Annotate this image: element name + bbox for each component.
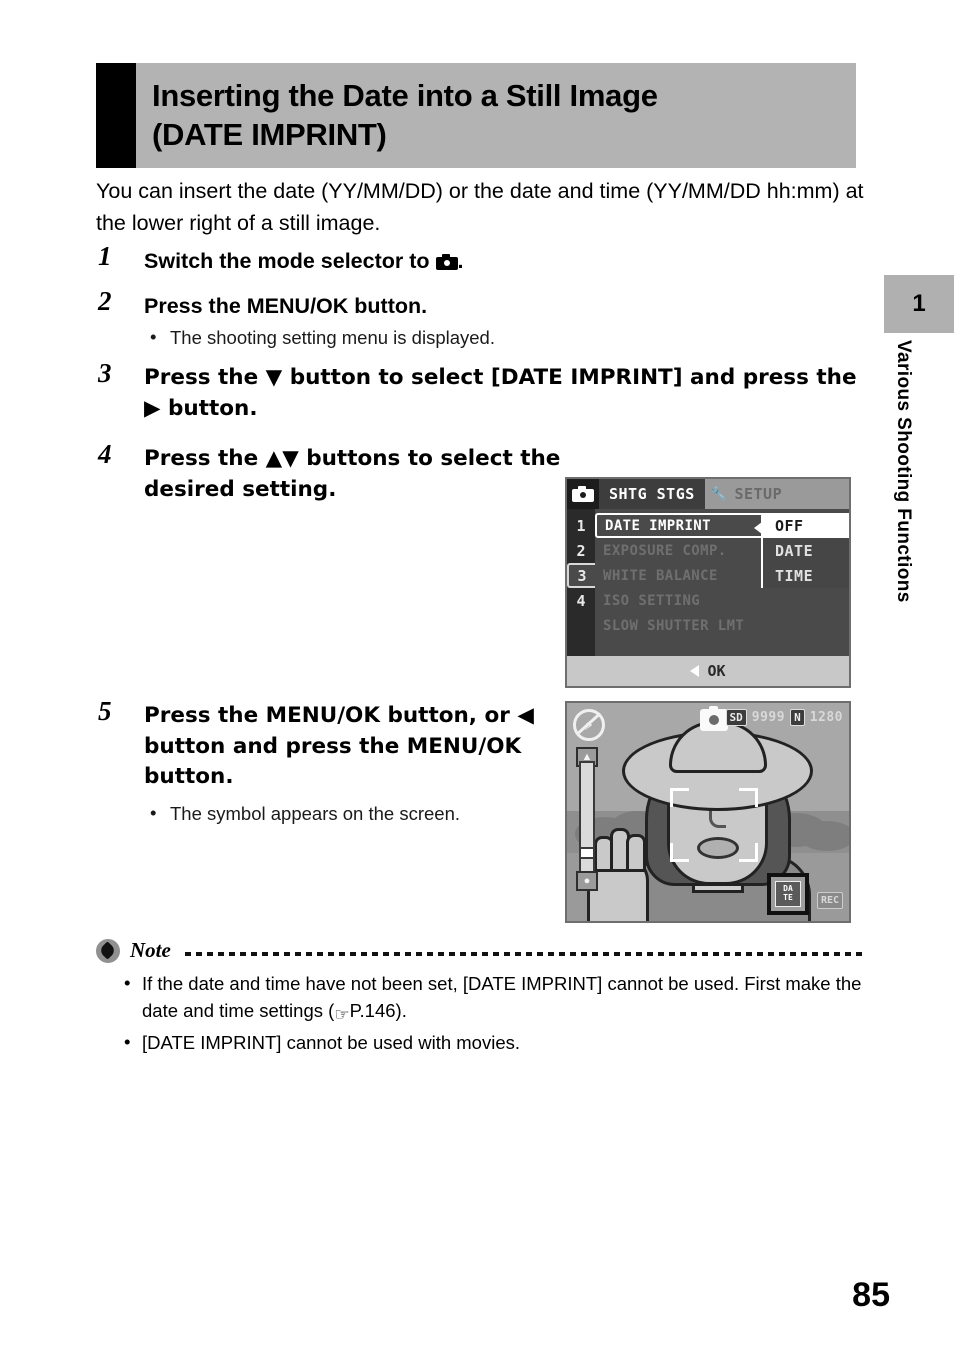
left-arrow-icon [690, 665, 700, 677]
menu-page-2[interactable]: 2 [567, 538, 595, 563]
bush-shape [799, 821, 849, 851]
step-2-bullets: The shooting setting menu is displayed. [144, 324, 866, 351]
af-frame-corner [670, 788, 689, 807]
menu-body: 1 2 3 4 DATE IMPRINT EXPOSURE COMP. WHIT… [567, 509, 849, 656]
menu-page-4[interactable]: 4 [567, 588, 595, 613]
page-title: Inserting the Date into a Still Image (D… [152, 77, 658, 153]
osd-status-row: SD 9999 N 1280 [725, 709, 844, 726]
note-item-2: [DATE IMPRINT] cannot be used with movie… [96, 1029, 864, 1057]
step-2-bullet-1: The shooting setting menu is displayed. [144, 324, 866, 351]
menu-item-iso-setting[interactable]: ISO SETTING [595, 588, 849, 613]
page-title-line2: (DATE IMPRINT) [152, 116, 387, 152]
camera-menu-screenshot: SHTG STGS 🔧 SETUP 1 2 3 4 DATE IMPRINT E… [565, 477, 851, 688]
subject-mouth [697, 837, 739, 859]
date-imprint-badge: DA TE [775, 881, 801, 907]
page-number: 85 [852, 1276, 890, 1314]
dropdown-left-arrow-icon [754, 522, 762, 534]
image-size: 1280 [809, 710, 843, 725]
date-imprint-dropdown: OFF DATE TIME [754, 513, 849, 588]
note-icon [96, 938, 120, 963]
step-5-bullets: The symbol appears on the screen. [144, 800, 584, 827]
step-1: 1 Switch the mode selector to . [96, 241, 866, 277]
menu-item-slow-shutter-lmt[interactable]: SLOW SHUTTER LMT [595, 613, 849, 638]
note-header: Note [96, 938, 864, 963]
finger-shape [626, 834, 646, 872]
note-item-1-page-ref: P.146 [349, 999, 396, 1021]
date-imprint-highlight-box: DA TE [767, 873, 809, 915]
shots-remaining: 9999 [751, 710, 786, 725]
rec-chip: REC [816, 892, 843, 909]
note-item-1-text: If the date and time have not been set, … [142, 973, 862, 1021]
camera-icon [435, 254, 458, 270]
note-label: Note [130, 938, 171, 962]
note-block: Note If the date and time have not been … [96, 938, 864, 1060]
step-2-number: 2 [98, 285, 112, 316]
step-1-text: Switch the mode selector to [144, 249, 430, 273]
menu-item-list: DATE IMPRINT EXPOSURE COMP. WHITE BALANC… [595, 509, 849, 656]
note-items: If the date and time have not been set, … [96, 970, 864, 1057]
zoom-slider[interactable] [579, 761, 595, 875]
intro-paragraph: You can insert the date (YY/MM/DD) or th… [96, 179, 864, 235]
tab-setup-label: SETUP [734, 485, 783, 503]
step-1-number: 1 [98, 241, 112, 271]
menu-ok-label: OK [707, 662, 726, 680]
zoom-slider-knob[interactable] [579, 847, 595, 859]
page-heading: Inserting the Date into a Still Image (D… [96, 63, 856, 168]
quality-icon: N [790, 709, 805, 726]
step-4-title: Press the ▲▼ buttons to select the desir… [144, 446, 561, 502]
heading-accent-block [96, 63, 136, 168]
camera-liveview-screenshot: ⚡ SD 9999 N 1280 ▲ ● DA TE REC [565, 701, 851, 923]
step-4: 4 Press the ▲▼ buttons to select the des… [96, 439, 599, 505]
step-3-number: 3 [98, 358, 112, 389]
step-1-title: Switch the mode selector to . [144, 246, 866, 277]
step-4-number: 4 [98, 439, 112, 470]
date-badge-line2: TE [783, 893, 793, 902]
step-1-text-after: . [457, 249, 464, 273]
menu-page-1[interactable]: 1 [567, 513, 595, 538]
sd-card-icon: SD [725, 709, 747, 726]
menu-ok-bar[interactable]: OK [567, 656, 849, 686]
wide-icon[interactable]: ● [576, 871, 598, 891]
note-item-1-suffix: ). [395, 999, 407, 1021]
step-2: 2 Press the MENU/OK button. The shooting… [96, 285, 866, 352]
af-frame-corner [739, 843, 758, 862]
step-2-title: Press the MENU/OK button. [144, 293, 428, 318]
chapter-tab: 1 [884, 275, 954, 333]
menu-item-date-imprint[interactable]: DATE IMPRINT [595, 513, 765, 538]
step-5: 5 Press the MENU/OK button, or ◀ button … [96, 696, 584, 827]
tab-shooting-settings[interactable]: SHTG STGS [599, 479, 705, 509]
menu-tab-bar: SHTG STGS 🔧 SETUP [567, 479, 849, 509]
af-frame-corner [739, 788, 758, 807]
step-5-bullet-1: The symbol appears on the screen. [144, 800, 584, 827]
pointing-hand-icon: ☞ [334, 1004, 350, 1025]
menu-camera-icon [567, 479, 599, 509]
note-item-1: If the date and time have not been set, … [96, 970, 864, 1027]
menu-page-3[interactable]: 3 [567, 563, 595, 588]
menu-page-numbers: 1 2 3 4 [567, 509, 595, 656]
dropdown-option-date[interactable]: DATE [763, 538, 849, 563]
tab-setup[interactable]: 🔧 SETUP [704, 479, 849, 509]
step-3: 3 Press the ▼ button to select [DATE IMP… [96, 358, 866, 424]
step-3-title: Press the ▼ button to select [DATE IMPRI… [144, 365, 857, 421]
dropdown-option-time[interactable]: TIME [763, 563, 849, 588]
chapter-label: Various Shooting Functions [893, 340, 914, 603]
camera-mode-icon [700, 706, 728, 731]
dropdown-option-off[interactable]: OFF [763, 513, 849, 538]
step-5-number: 5 [98, 696, 112, 727]
page-title-line1: Inserting the Date into a Still Image [152, 78, 658, 114]
af-frame-corner [670, 843, 689, 862]
note-divider [184, 951, 864, 956]
flash-off-icon: ⚡ [573, 709, 605, 741]
heading-bar: Inserting the Date into a Still Image (D… [136, 63, 856, 168]
wrench-icon: 🔧 [710, 486, 728, 502]
step-5-title: Press the MENU/OK button, or ◀ button an… [144, 703, 534, 790]
